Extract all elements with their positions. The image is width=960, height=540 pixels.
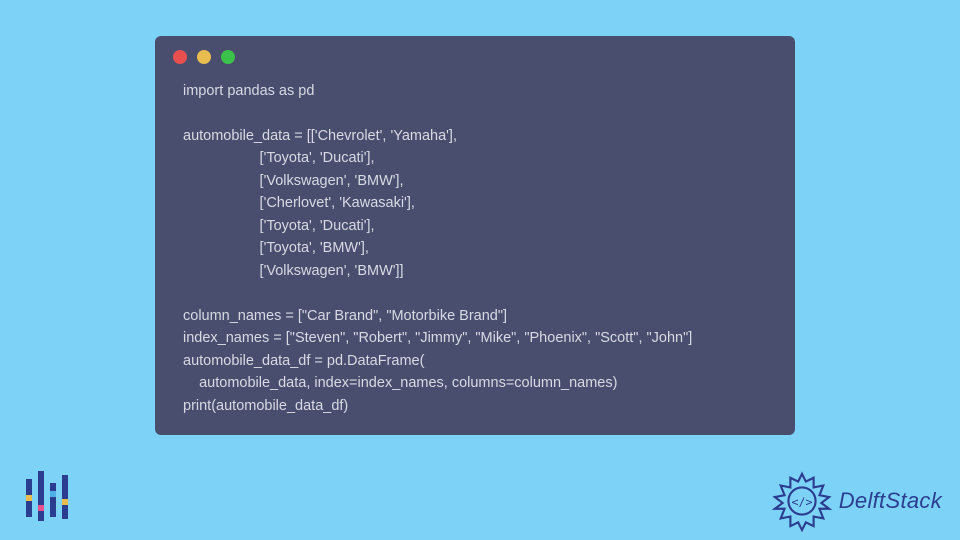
code-line: import pandas as pd xyxy=(183,80,767,102)
code-line: automobile_data = [['Chevrolet', 'Yamaha… xyxy=(183,125,767,147)
code-window: import pandas as pd automobile_data = [[… xyxy=(155,36,795,435)
code-line: ['Toyota', 'BMW'], xyxy=(183,237,767,259)
code-line: ['Volkswagen', 'BMW']] xyxy=(183,260,767,282)
code-content: import pandas as pd automobile_data = [[… xyxy=(155,70,795,421)
code-line: print(automobile_data_df) xyxy=(183,395,767,417)
code-line xyxy=(183,102,767,124)
brand-logo: </> DelftStack xyxy=(771,470,942,532)
code-line: ['Toyota', 'Ducati'], xyxy=(183,215,767,237)
code-line: automobile_data_df = pd.DataFrame( xyxy=(183,350,767,372)
minimize-dot xyxy=(197,50,211,64)
close-dot xyxy=(173,50,187,64)
code-line: column_names = ["Car Brand", "Motorbike … xyxy=(183,305,767,327)
maximize-dot xyxy=(221,50,235,64)
code-line: automobile_data, index=index_names, colu… xyxy=(183,372,767,394)
window-header xyxy=(155,36,795,70)
ornament-icon: </> xyxy=(771,470,833,532)
svg-text:</>: </> xyxy=(791,495,812,509)
left-logo-icon xyxy=(22,469,70,532)
code-line: ['Cherlovet', 'Kawasaki'], xyxy=(183,192,767,214)
brand-name: DelftStack xyxy=(839,488,942,514)
code-line: ['Toyota', 'Ducati'], xyxy=(183,147,767,169)
code-line xyxy=(183,282,767,304)
code-line: index_names = ["Steven", "Robert", "Jimm… xyxy=(183,327,767,349)
code-line: ['Volkswagen', 'BMW'], xyxy=(183,170,767,192)
